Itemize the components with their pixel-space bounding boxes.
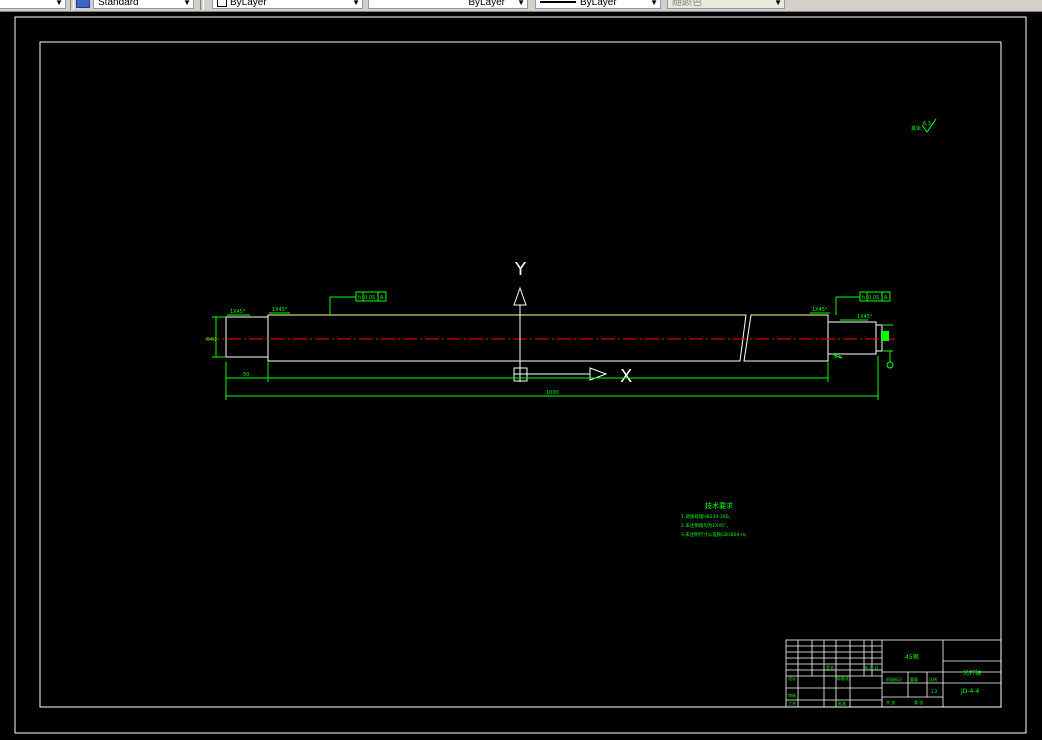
tb-mark-label: 阶段标记 xyxy=(886,676,902,682)
chevron-down-icon: ▼ xyxy=(55,0,63,7)
note-line: 1.调质处理HB230-260。 xyxy=(681,513,733,520)
text-style-icon[interactable] xyxy=(76,0,90,8)
tb-material: 45钢 xyxy=(905,653,919,661)
chevron-down-icon: ▼ xyxy=(183,0,191,7)
tb-approve-label: 批准 xyxy=(838,700,846,706)
lineweight-value: ByLayer xyxy=(580,0,617,8)
dimension-lines xyxy=(212,118,937,400)
tb-check-label: 审核 xyxy=(788,692,796,698)
tb-scale: 1:2 xyxy=(931,689,938,694)
drawing-canvas[interactable]: Y X 1X45° 1X45° 1X45° 1X45° Φ40 50 1000 … xyxy=(0,12,1042,740)
dim-left-short: 50 xyxy=(243,372,249,378)
chevron-down-icon: ▼ xyxy=(352,0,360,7)
properties-toolbar: ▼ Standard ▼ ByLayer ▼ ByLayer ▼ ByLayer… xyxy=(0,0,1042,12)
tb-standard-label: 标准化 xyxy=(837,675,849,681)
linetype-combo[interactable]: ByLayer ▼ xyxy=(368,0,528,9)
color-swatch-icon xyxy=(217,0,227,8)
text-style-value: Standard xyxy=(98,0,139,8)
toolbar-separator xyxy=(70,0,74,10)
dim-right-small: 1.5 xyxy=(834,354,842,360)
note-line: 3.未注明尺寸公差按GB1804-m。 xyxy=(681,531,750,538)
ucs-y-label: Y xyxy=(514,259,527,280)
color-value: ByLayer xyxy=(230,0,267,8)
tb-date-label: 年.月.日 xyxy=(864,664,879,670)
color-combo[interactable]: ByLayer ▼ xyxy=(212,0,363,9)
shaft-outline xyxy=(225,314,883,362)
tolerance-value: 0.05 xyxy=(868,295,879,301)
tb-part-name: 光杆轴 xyxy=(963,669,981,677)
chamfer-label: 1X45° xyxy=(812,307,828,313)
chamfer-label: 1X45° xyxy=(272,307,288,313)
chevron-down-icon: ▼ xyxy=(774,0,782,7)
linetype-value: ByLayer xyxy=(468,0,505,8)
text-style-combo[interactable]: Standard ▼ xyxy=(93,0,194,9)
plot-style-combo[interactable]: 随颜色 ▼ xyxy=(667,0,785,9)
roughness-value: 6.3 xyxy=(923,121,931,127)
dim-left-height: Φ40 xyxy=(206,337,216,343)
ucs-x-label: X xyxy=(620,366,632,387)
tolerance-h: h xyxy=(862,295,865,301)
chamfer-label: 1X45° xyxy=(857,314,873,320)
note-line: 2.未注倒角均为1X45°。 xyxy=(681,522,731,529)
tolerance-value: 0.05 xyxy=(364,295,375,301)
tb-design-label: 设计 xyxy=(788,675,796,681)
plot-style-value: 随颜色 xyxy=(672,0,702,8)
tb-sheet-num: 第 张 xyxy=(914,699,923,705)
toolbar-separator xyxy=(200,0,204,10)
tb-drawing-number: JD-4-4 xyxy=(960,688,980,695)
tolerance-datum: A xyxy=(380,295,384,301)
prev-combo[interactable]: ▼ xyxy=(0,0,66,9)
tb-signature-label: 签名 xyxy=(826,664,834,670)
tb-weight-label: 重量 xyxy=(910,676,918,682)
tb-sheet-total: 共 张 xyxy=(886,699,895,705)
technical-notes: 技术要求 1.调质处理HB230-260。 2.未注倒角均为1X45°。 3.未… xyxy=(681,501,750,538)
dim-overall: 1000 xyxy=(546,390,559,396)
notes-title: 技术要求 xyxy=(705,501,733,510)
chevron-down-icon: ▼ xyxy=(517,0,525,7)
chamfer-label: 1X45° xyxy=(230,309,246,315)
tb-process-label: 工艺 xyxy=(788,701,796,706)
lineweight-sample-icon xyxy=(540,1,576,4)
chevron-down-icon: ▼ xyxy=(650,0,658,7)
lineweight-combo[interactable]: ByLayer ▼ xyxy=(535,0,661,9)
hatch-block xyxy=(881,331,889,341)
roughness-label: 其余 xyxy=(911,125,921,132)
tolerance-datum: A xyxy=(884,295,888,301)
tb-scale-label: 比例 xyxy=(929,676,937,682)
tolerance-h: h xyxy=(358,295,361,301)
ucs-icon xyxy=(513,286,608,382)
